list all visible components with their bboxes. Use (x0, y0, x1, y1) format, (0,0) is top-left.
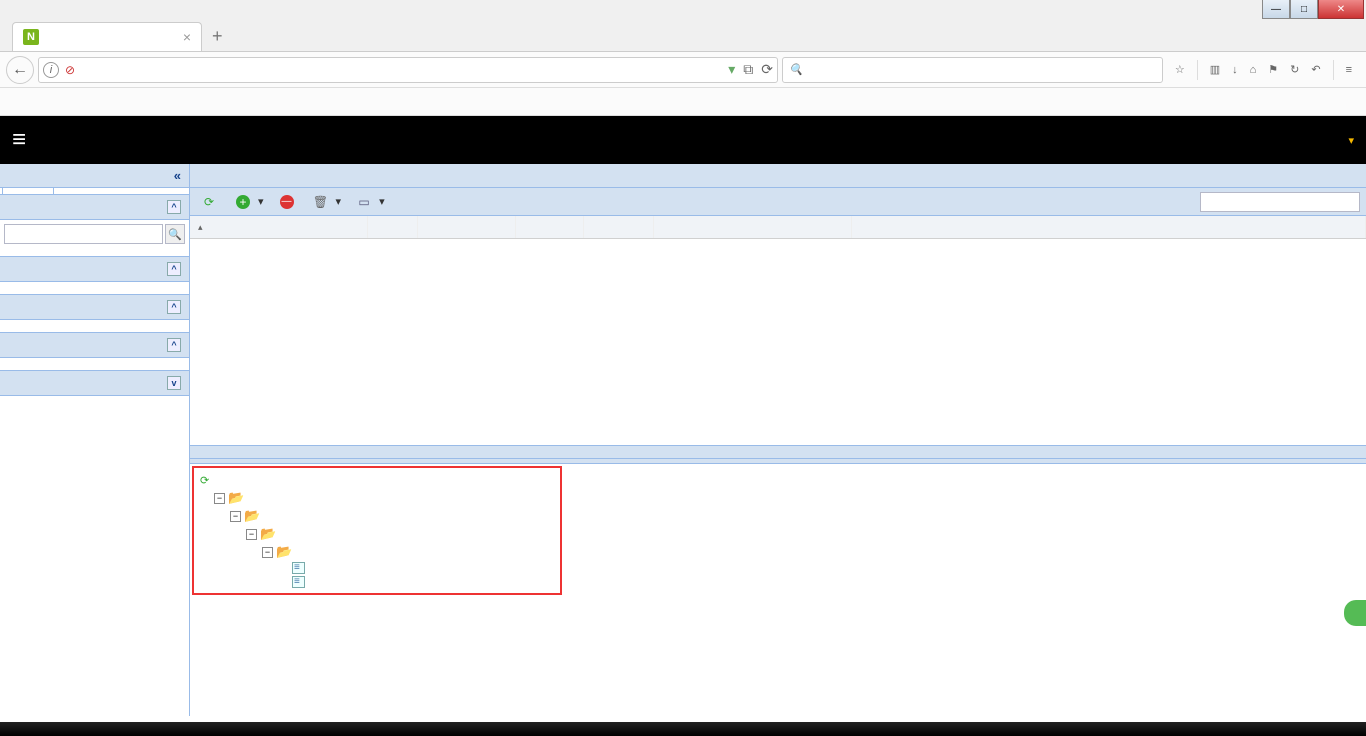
nexus-logo: ≡ (12, 126, 30, 154)
shield-icon[interactable]: ▾ (728, 61, 735, 78)
favicon-icon: N (23, 29, 39, 45)
window-close-button[interactable]: ✕ (1318, 0, 1364, 19)
browser-toolbar: ☆ ▥ ↓ ⌂ ⚑ ↻ ↶ ≡ (1167, 60, 1360, 80)
back-button[interactable]: ← (6, 56, 34, 84)
delete-button[interactable]: — (274, 193, 304, 211)
user-area: ▾ (1348, 134, 1354, 147)
col-health[interactable] (418, 216, 516, 238)
appexus-header: ≡ ▾ (0, 116, 1366, 164)
url-field[interactable]: i ⊘ ▾ ⧉ ⟳ (38, 57, 778, 83)
browser-menu-bar (0, 0, 1366, 22)
tree-node[interactable]: −📂 (246, 525, 556, 543)
section-artifact-search[interactable]: ^ (0, 195, 189, 220)
logo-icon: ≡ (12, 126, 22, 154)
bookmarks-bar (0, 88, 1366, 116)
sync-icon[interactable]: ↻ (1290, 63, 1299, 76)
grid-header (190, 216, 1366, 239)
artifact-search-input[interactable] (4, 224, 163, 244)
star-icon[interactable]: ☆ (1175, 63, 1185, 76)
left-nav: « ^ 🔍 ^ ^ ^ v (0, 164, 190, 716)
tab-close-icon[interactable]: × (183, 29, 191, 45)
section-views[interactable]: ^ (0, 257, 189, 282)
insecure-icon: ⊘ (65, 63, 75, 77)
col-format[interactable] (516, 216, 584, 238)
window-maximize-button[interactable]: □ (1290, 0, 1318, 19)
pocket-icon[interactable]: ⚑ (1268, 63, 1278, 76)
browse-index-panel: ⟳ −📂 −📂 −📂 −📂 (192, 466, 562, 595)
content-tab-strip (190, 164, 1366, 188)
home-icon[interactable]: ⌂ (1250, 64, 1257, 76)
trash-button[interactable]: 🗑 ▾ (308, 193, 348, 211)
repo-tree: −📂 −📂 −📂 −📂 (198, 489, 556, 589)
window-minimize-button[interactable]: — (1262, 0, 1290, 19)
tree-node[interactable]: −📂 (230, 507, 556, 525)
reload-icon[interactable]: ⟳ (761, 61, 773, 78)
new-tab-button[interactable]: + (202, 22, 233, 51)
browser-tab[interactable]: N × (12, 22, 202, 51)
taskbar (0, 722, 1366, 736)
tree-node[interactable]: −📂 (262, 543, 556, 561)
url-actions: ▾ ⧉ ⟳ (728, 61, 773, 78)
col-status[interactable] (654, 216, 852, 238)
brand-header: « (0, 164, 189, 188)
download-icon[interactable]: ↓ (1232, 64, 1238, 76)
tree-leaf[interactable] (278, 561, 556, 575)
side-badge[interactable] (1344, 600, 1366, 626)
qr-icon[interactable]: ⧉ (743, 61, 753, 78)
detail-title (190, 445, 1366, 459)
collapse-icon[interactable]: « (174, 168, 181, 183)
tree-refresh-button[interactable]: ⟳ (198, 472, 556, 489)
share-icon[interactable]: ↶ (1311, 63, 1320, 76)
section-security[interactable]: ^ (0, 295, 189, 320)
section-help[interactable]: v (0, 371, 189, 396)
url-bar: ← i ⊘ ▾ ⧉ ⟳ 🔍 ☆ ▥ ↓ ⌂ ⚑ ↻ ↶ ≡ (0, 52, 1366, 88)
col-repository[interactable] (190, 216, 368, 238)
add-button[interactable]: + ▾ (230, 193, 270, 211)
user-managed-button[interactable]: ▭ ▾ (351, 193, 391, 211)
search-icon[interactable]: 🔍 (165, 224, 185, 244)
grid-search-input[interactable] (1200, 192, 1360, 212)
repo-toolbar: ⟳ + ▾ — 🗑 ▾ ▭ ▾ (190, 188, 1366, 216)
browser-search-input[interactable]: 🔍 (782, 57, 1163, 83)
hamburger-icon[interactable]: ≡ (1346, 64, 1352, 76)
col-path[interactable] (852, 216, 1366, 238)
refresh-button[interactable]: ⟳ (196, 193, 226, 211)
search-icon: 🔍 (789, 63, 803, 76)
content-area: ⟳ + ▾ — 🗑 ▾ ▭ ▾ ⟳ −📂 −📂 (190, 164, 1366, 716)
window-controls: — □ ✕ (1262, 0, 1364, 19)
section-admin[interactable]: ^ (0, 333, 189, 358)
library-icon[interactable]: ▥ (1210, 63, 1220, 76)
site-info-icon[interactable]: i (43, 62, 59, 78)
col-policy[interactable] (584, 216, 654, 238)
tree-node[interactable]: −📂 (214, 489, 556, 507)
col-type[interactable] (368, 216, 418, 238)
advanced-search-link[interactable] (4, 244, 185, 248)
grid-body (190, 239, 1366, 445)
detail-tab-strip (190, 459, 1366, 464)
browser-tab-strip: N × + (0, 22, 1366, 52)
tree-leaf[interactable] (278, 575, 556, 589)
